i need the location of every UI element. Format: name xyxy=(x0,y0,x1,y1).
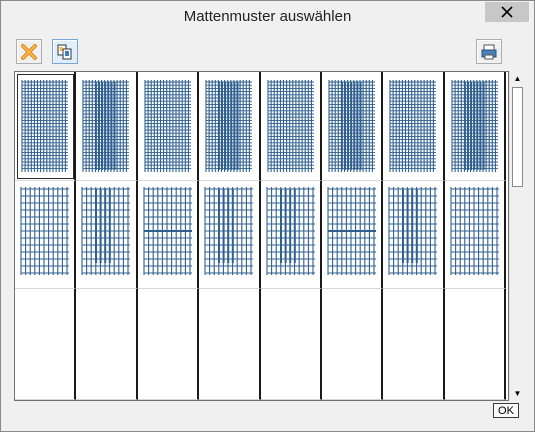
pattern-cell-open-mesh-4[interactable] xyxy=(199,181,261,289)
pattern-cell-empty[interactable] xyxy=(15,289,77,400)
pattern-cell-empty[interactable] xyxy=(137,289,200,400)
mesh-pattern-icon xyxy=(389,80,437,172)
pattern-cell-dense-mesh-1[interactable] xyxy=(15,72,77,181)
scroll-thumb[interactable] xyxy=(512,87,523,187)
title-bar: Mattenmuster auswählen xyxy=(1,1,534,31)
print-icon xyxy=(481,44,497,59)
scroll-down-arrow-icon[interactable]: ▼ xyxy=(510,386,525,401)
mesh-pattern-icon xyxy=(144,80,191,172)
ok-button[interactable]: OK xyxy=(493,403,519,418)
pattern-cell-dense-mesh-2[interactable] xyxy=(76,72,138,181)
copy-icon xyxy=(57,44,72,59)
print-button[interactable] xyxy=(476,39,502,64)
mesh-pattern-icon xyxy=(266,187,315,275)
scroll-up-arrow-icon[interactable]: ▲ xyxy=(510,71,525,86)
pattern-cell-empty[interactable] xyxy=(260,289,322,400)
pattern-cell-open-mesh-2[interactable] xyxy=(76,181,138,289)
mesh-pattern-icon xyxy=(205,80,253,172)
mesh-pattern-icon xyxy=(451,80,498,172)
pattern-cell-dense-mesh-5[interactable] xyxy=(260,72,322,181)
pattern-cell-empty[interactable] xyxy=(76,289,138,400)
pattern-cell-open-mesh-8[interactable] xyxy=(444,181,507,289)
pattern-cell-open-mesh-1[interactable] xyxy=(15,181,77,289)
mesh-pattern-icon xyxy=(204,187,254,275)
delete-button[interactable] xyxy=(16,39,42,64)
vertical-scrollbar[interactable]: ▲ ▼ xyxy=(509,71,524,401)
delete-x-icon xyxy=(21,43,37,60)
pattern-cell-empty[interactable] xyxy=(199,289,261,400)
pattern-cell-empty[interactable] xyxy=(321,289,384,400)
close-button[interactable] xyxy=(485,2,529,22)
mesh-pattern-icon xyxy=(143,187,192,275)
pattern-cell-dense-mesh-6[interactable] xyxy=(321,72,384,181)
dialog-window: Mattenmuster auswählen ▲ ▼ OK xyxy=(0,0,535,432)
mesh-pattern-icon xyxy=(388,187,438,275)
pattern-cell-open-mesh-6[interactable] xyxy=(321,181,384,289)
pattern-cell-empty[interactable] xyxy=(383,289,445,400)
close-icon xyxy=(501,6,513,18)
copy-button[interactable] xyxy=(52,39,78,64)
mesh-pattern-icon xyxy=(450,187,499,275)
pattern-cell-open-mesh-7[interactable] xyxy=(383,181,445,289)
mesh-pattern-icon xyxy=(82,80,130,172)
mesh-pattern-icon xyxy=(20,187,69,275)
mesh-pattern-icon xyxy=(21,80,68,172)
dialog-title: Mattenmuster auswählen xyxy=(183,8,352,25)
mesh-pattern-icon xyxy=(267,80,314,172)
pattern-cell-dense-mesh-3[interactable] xyxy=(137,72,200,181)
pattern-cell-dense-mesh-8[interactable] xyxy=(444,72,507,181)
pattern-cell-dense-mesh-4[interactable] xyxy=(199,72,261,181)
mesh-pattern-icon xyxy=(81,187,131,275)
pattern-cell-open-mesh-5[interactable] xyxy=(260,181,322,289)
pattern-cell-dense-mesh-7[interactable] xyxy=(383,72,445,181)
pattern-grid xyxy=(15,72,507,400)
mesh-pattern-icon xyxy=(328,80,375,172)
pattern-cell-empty[interactable] xyxy=(444,289,507,400)
mesh-pattern-icon xyxy=(327,187,376,275)
pattern-grid-frame xyxy=(14,71,509,401)
pattern-cell-open-mesh-3[interactable] xyxy=(137,181,200,289)
